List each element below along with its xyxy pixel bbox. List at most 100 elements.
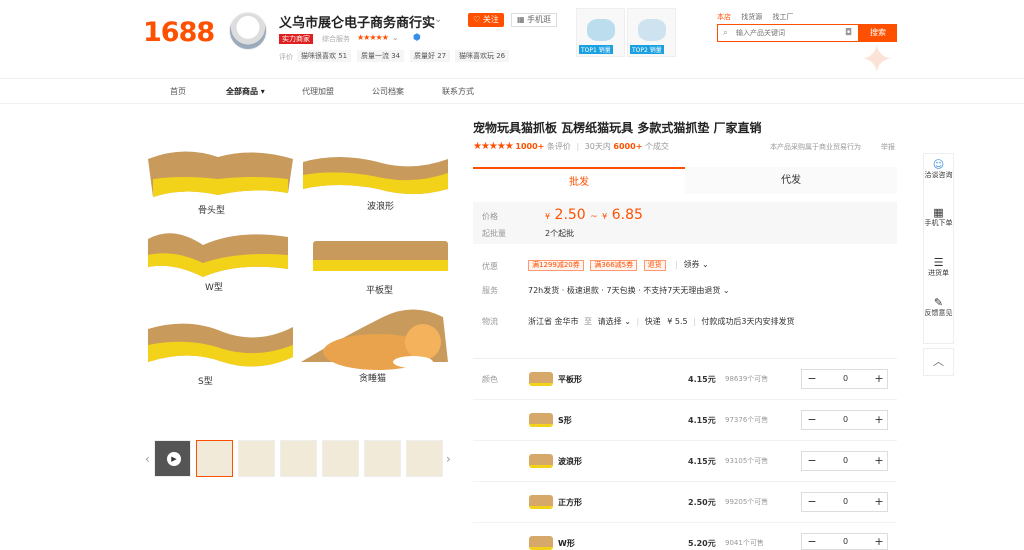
eval-tag[interactable]: 质量一流 34	[357, 50, 405, 62]
minus-button[interactable]: −	[802, 452, 822, 470]
sku-thumbnail[interactable]	[529, 495, 553, 509]
rank-tag: TOP1 销量	[579, 45, 613, 54]
quantity-stepper: − 0 +	[801, 533, 888, 550]
camera-icon[interactable]: ◘	[845, 28, 852, 38]
service-label: 综合服务	[322, 35, 350, 43]
shop-name[interactable]: 义乌市展仑电子商务商行实	[279, 12, 435, 31]
plus-button[interactable]: +	[869, 534, 889, 549]
search-scope-tabs: 本店 找货源 找工厂	[717, 12, 801, 22]
sales-count: 6000+	[613, 142, 643, 151]
nav-all-products[interactable]: 全部商品 ▾	[226, 86, 265, 97]
sku-stock: 97376个可售	[725, 416, 769, 424]
minus-button[interactable]: −	[802, 493, 822, 511]
sidebar-item-label: 反馈意见	[924, 309, 953, 317]
chevron-down-icon[interactable]: ⌄	[434, 14, 442, 25]
nav-home[interactable]: 首页	[170, 86, 186, 97]
chat-icon: ☺	[932, 158, 945, 171]
sku-price: 2.50元	[688, 498, 716, 507]
sidebar-item-mobile-order[interactable]: ▦ 手机下单	[924, 207, 953, 228]
star-icon: ★★★★★	[473, 141, 514, 152]
mobile-browse-button[interactable]: ▦ 手机逛	[511, 13, 557, 27]
thumbnail-6[interactable]	[406, 440, 443, 477]
quantity-input[interactable]: 0	[822, 452, 869, 470]
pad-label-sleeping-cat: 贪睡猫	[359, 374, 387, 384]
service-rating[interactable]: ★★★★★ ⌄	[357, 33, 399, 42]
price-range: ¥ 2.50 ~ ¥ 6.85	[545, 207, 643, 223]
separator: |	[636, 317, 640, 326]
sku-thumbnail[interactable]	[529, 413, 553, 427]
pad-label-w: W型	[205, 283, 223, 293]
sku-thumbnail[interactable]	[529, 454, 553, 468]
quantity-stepper: − 0 +	[801, 369, 888, 389]
sidebar-item-cart[interactable]: ☰ 进货单	[924, 257, 953, 278]
follow-button[interactable]: ♡ 关注	[468, 13, 504, 27]
sku-row: S形 4.15元 97376个可售 − 0 +	[473, 400, 897, 441]
sidebar-item-feedback[interactable]: ✎ 反馈意见	[924, 297, 953, 318]
service-guarantees[interactable]: 72h发货 · 极速退款 · 7天包换 · 不支持7天无理由退货 ⌄	[528, 285, 730, 296]
chevron-left-icon[interactable]: ‹	[145, 452, 150, 466]
search-input[interactable]	[718, 25, 838, 41]
top-product-1[interactable]: TOP1 销量	[576, 8, 625, 57]
quantity-input[interactable]: 0	[822, 370, 869, 388]
sku-list: 颜色 平板形 4.15元 98639个可售 − 0 + S形 4.15元 973…	[473, 358, 897, 550]
chevron-down-icon: ⌄	[722, 286, 730, 295]
claim-coupon-link[interactable]: 领券 ⌄	[683, 260, 708, 269]
sku-thumbnail[interactable]	[529, 372, 553, 386]
claim-coupon-label: 领券	[683, 260, 700, 269]
eval-tag[interactable]: 猫咪喜欢玩 26	[455, 50, 510, 62]
thumbnail-4[interactable]	[322, 440, 359, 477]
eval-tag[interactable]: 质量好 27	[410, 50, 451, 62]
price-high: 6.85	[611, 207, 643, 223]
top-bar: 1688 义乌市展仑电子商务商行实 ⌄ ♡ 关注 ▦ 手机逛 实力商家 综合服务…	[0, 0, 1024, 80]
logistics-label: 物流	[482, 317, 498, 326]
video-thumbnail[interactable]: ▶	[154, 440, 191, 477]
quantity-input[interactable]: 0	[822, 411, 869, 429]
coupon-tag[interactable]: 满366减5券	[590, 260, 638, 271]
tab-find-factory[interactable]: 找工厂	[772, 13, 793, 21]
review-count[interactable]: 1000+	[515, 142, 544, 151]
chevron-right-icon[interactable]: ›	[446, 452, 451, 466]
main-product-image[interactable]: 骨头型 波浪形 W型 平板型 S型 贪睡猫	[143, 117, 455, 432]
sales-prefix: 30天内	[584, 142, 611, 151]
sku-price: 4.15元	[688, 457, 716, 466]
tab-this-shop[interactable]: 本店	[717, 13, 731, 21]
separator: |	[693, 317, 696, 326]
thumbnail-2[interactable]	[238, 440, 275, 477]
sku-thumbnail[interactable]	[529, 536, 553, 550]
nav-company-profile[interactable]: 公司档案	[372, 86, 404, 97]
eval-tag[interactable]: 猫咪很喜欢 51	[297, 50, 352, 62]
sku-name: 平板形	[558, 375, 582, 384]
plus-button[interactable]: +	[869, 493, 889, 511]
quantity-input[interactable]: 0	[822, 534, 869, 549]
chevron-down-icon: ⌄	[702, 260, 709, 269]
thumbnail-5[interactable]	[364, 440, 401, 477]
report-link[interactable]: 举报	[881, 142, 895, 152]
thumbnail-3[interactable]	[280, 440, 317, 477]
promo-label: 优惠	[482, 262, 498, 271]
separator: |	[675, 260, 678, 269]
quantity-input[interactable]: 0	[822, 493, 869, 511]
coupon-tag[interactable]: 满1299减20券	[528, 260, 584, 271]
sku-stock: 99205个可售	[725, 498, 769, 506]
nav-agency[interactable]: 代理加盟	[302, 86, 334, 97]
minus-button[interactable]: −	[802, 370, 822, 388]
tab-find-source[interactable]: 找货源	[741, 13, 762, 21]
thumbnail-1[interactable]	[196, 440, 233, 477]
nav-contact[interactable]: 联系方式	[442, 86, 474, 97]
minus-button[interactable]: −	[802, 534, 822, 549]
minus-button[interactable]: −	[802, 411, 822, 429]
plus-button[interactable]: +	[869, 452, 889, 470]
shop-avatar[interactable]	[229, 12, 267, 50]
plus-button[interactable]: +	[869, 370, 889, 388]
site-logo[interactable]: 1688	[143, 17, 215, 48]
plus-button[interactable]: +	[869, 411, 889, 429]
back-to-top-button[interactable]: ︿	[923, 348, 954, 376]
moq-value: 2个起批	[545, 229, 575, 238]
sku-price: 4.15元	[688, 416, 716, 425]
sku-name: 波浪形	[558, 457, 582, 466]
sidebar-item-chat[interactable]: ☺ 洽谈咨询	[924, 158, 953, 180]
top-product-2[interactable]: TOP2 销量	[627, 8, 676, 57]
tab-wholesale[interactable]: 批发	[473, 167, 685, 194]
tab-dropship[interactable]: 代发	[685, 167, 897, 194]
destination-select[interactable]: 请选择 ⌄	[598, 317, 631, 326]
